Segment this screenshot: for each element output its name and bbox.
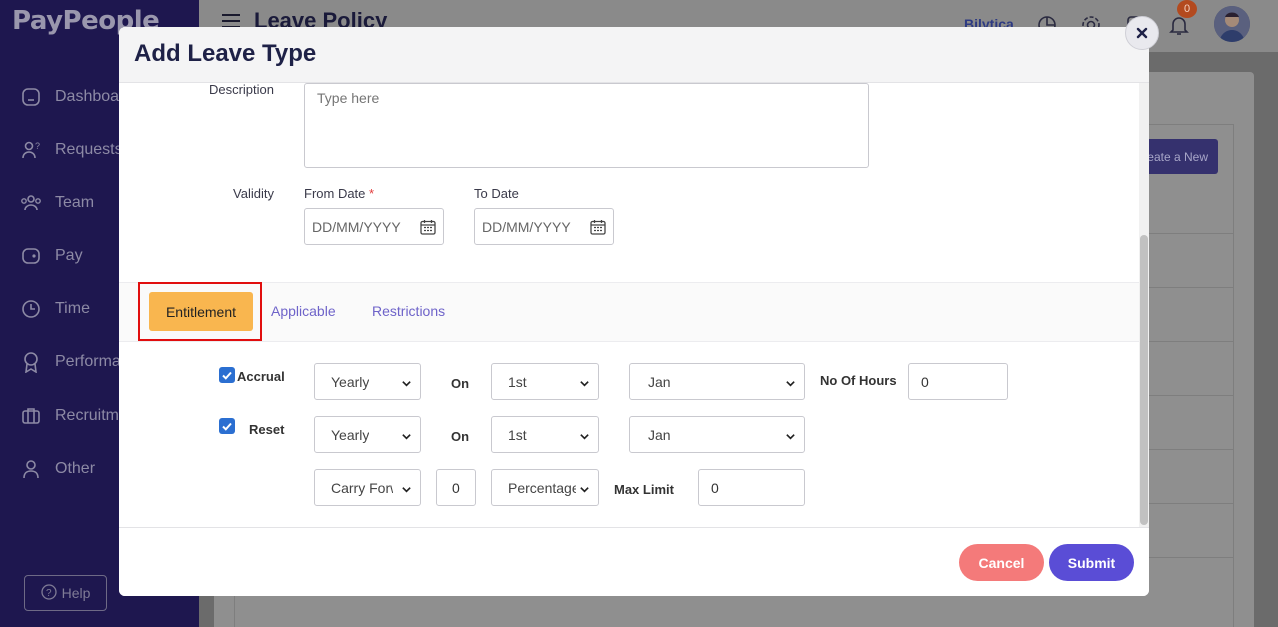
to-date-placeholder: DD/MM/YYYY bbox=[482, 218, 571, 235]
carry-forward-amount-input[interactable]: 0 bbox=[436, 469, 476, 506]
svg-text:?: ? bbox=[35, 141, 40, 151]
notification-badge: 0 bbox=[1177, 0, 1197, 18]
modal-scrollbar-thumb[interactable] bbox=[1140, 235, 1148, 525]
accrual-month-value: Jan bbox=[648, 373, 671, 390]
wallet-icon bbox=[20, 245, 42, 267]
accrual-month-select[interactable]: Jan bbox=[629, 363, 805, 400]
chevron-down-icon bbox=[579, 429, 590, 445]
max-limit-label: Max Limit bbox=[614, 482, 674, 497]
submit-button[interactable]: Submit bbox=[1049, 544, 1134, 581]
home-icon bbox=[20, 86, 42, 108]
reset-frequency-value: Yearly bbox=[331, 426, 370, 443]
cancel-button[interactable]: Cancel bbox=[959, 544, 1044, 581]
help-icon: ? bbox=[40, 583, 57, 603]
close-icon bbox=[1136, 23, 1148, 44]
max-limit-input[interactable]: 0 bbox=[698, 469, 805, 506]
from-date-input[interactable]: DD/MM/YYYY bbox=[304, 208, 444, 245]
chevron-down-icon bbox=[401, 482, 412, 498]
calendar-icon[interactable] bbox=[590, 219, 606, 238]
sidebar-item-label: Time bbox=[55, 300, 90, 317]
chevron-down-icon bbox=[579, 376, 590, 392]
from-date-label: From Date * bbox=[304, 186, 375, 201]
bell-icon[interactable] bbox=[1168, 14, 1190, 41]
chevron-down-icon bbox=[785, 429, 796, 445]
accrual-day-value: 1st bbox=[508, 373, 527, 390]
person-icon bbox=[20, 458, 42, 480]
chevron-down-icon bbox=[401, 429, 412, 445]
help-label: Help bbox=[61, 585, 91, 601]
team-icon bbox=[20, 192, 42, 214]
reset-label: Reset bbox=[249, 422, 285, 437]
description-input[interactable] bbox=[304, 83, 869, 168]
chevron-down-icon bbox=[579, 482, 590, 498]
chevron-down-icon bbox=[785, 376, 796, 392]
reset-checkbox[interactable] bbox=[219, 418, 235, 434]
tab-applicable[interactable]: Applicable bbox=[271, 303, 336, 319]
clock-icon bbox=[20, 298, 42, 320]
reset-day-value: 1st bbox=[508, 426, 527, 443]
sidebar-item-label: Team bbox=[55, 194, 95, 211]
award-icon bbox=[20, 351, 42, 373]
carry-unit-select[interactable]: Percentage bbox=[491, 469, 599, 506]
carry-forward-value: Carry Forward bbox=[331, 479, 393, 496]
validity-label: Validity bbox=[233, 186, 274, 201]
reset-month-select[interactable]: Jan bbox=[629, 416, 805, 453]
reset-frequency-select[interactable]: Yearly bbox=[314, 416, 421, 453]
chevron-down-icon bbox=[401, 376, 412, 392]
help-button[interactable]: ? Help bbox=[24, 575, 107, 611]
avatar[interactable] bbox=[1214, 6, 1250, 42]
accrual-checkbox[interactable] bbox=[219, 367, 235, 383]
sidebar-item-label: Pay bbox=[55, 247, 83, 264]
description-label: Description bbox=[208, 82, 274, 97]
reset-month-value: Jan bbox=[648, 426, 671, 443]
required-mark: * bbox=[369, 186, 375, 201]
accrual-frequency-select[interactable]: Yearly bbox=[314, 363, 421, 400]
accrual-day-select[interactable]: 1st bbox=[491, 363, 599, 400]
to-date-input[interactable]: DD/MM/YYYY bbox=[474, 208, 614, 245]
tab-restrictions[interactable]: Restrictions bbox=[372, 303, 445, 319]
sidebar-item-label: Requests bbox=[55, 141, 123, 158]
briefcase-icon bbox=[20, 405, 42, 427]
add-leave-type-modal: Add Leave Type Description Validity From… bbox=[119, 27, 1149, 596]
tab-entitlement[interactable]: Entitlement bbox=[149, 292, 253, 331]
modal-header: Add Leave Type bbox=[119, 27, 1149, 83]
accrual-on-label: On bbox=[451, 376, 470, 391]
carry-unit-value: Percentage bbox=[508, 479, 576, 496]
no-of-hours-label: No Of Hours bbox=[820, 373, 897, 388]
sidebar-item-label: Other bbox=[55, 460, 96, 477]
modal-title: Add Leave Type bbox=[134, 40, 317, 67]
carry-forward-select[interactable]: Carry Forward bbox=[314, 469, 421, 506]
to-date-label: To Date bbox=[474, 186, 519, 201]
no-of-hours-input[interactable]: 0 bbox=[908, 363, 1008, 400]
accrual-label: Accrual bbox=[237, 369, 285, 384]
reset-on-label: On bbox=[451, 429, 470, 444]
accrual-frequency-value: Yearly bbox=[331, 373, 370, 390]
from-date-placeholder: DD/MM/YYYY bbox=[312, 218, 401, 235]
svg-text:?: ? bbox=[46, 588, 52, 599]
reset-day-select[interactable]: 1st bbox=[491, 416, 599, 453]
user-request-icon: ? bbox=[20, 139, 42, 161]
close-modal-button[interactable] bbox=[1125, 16, 1159, 50]
calendar-icon[interactable] bbox=[420, 219, 436, 238]
